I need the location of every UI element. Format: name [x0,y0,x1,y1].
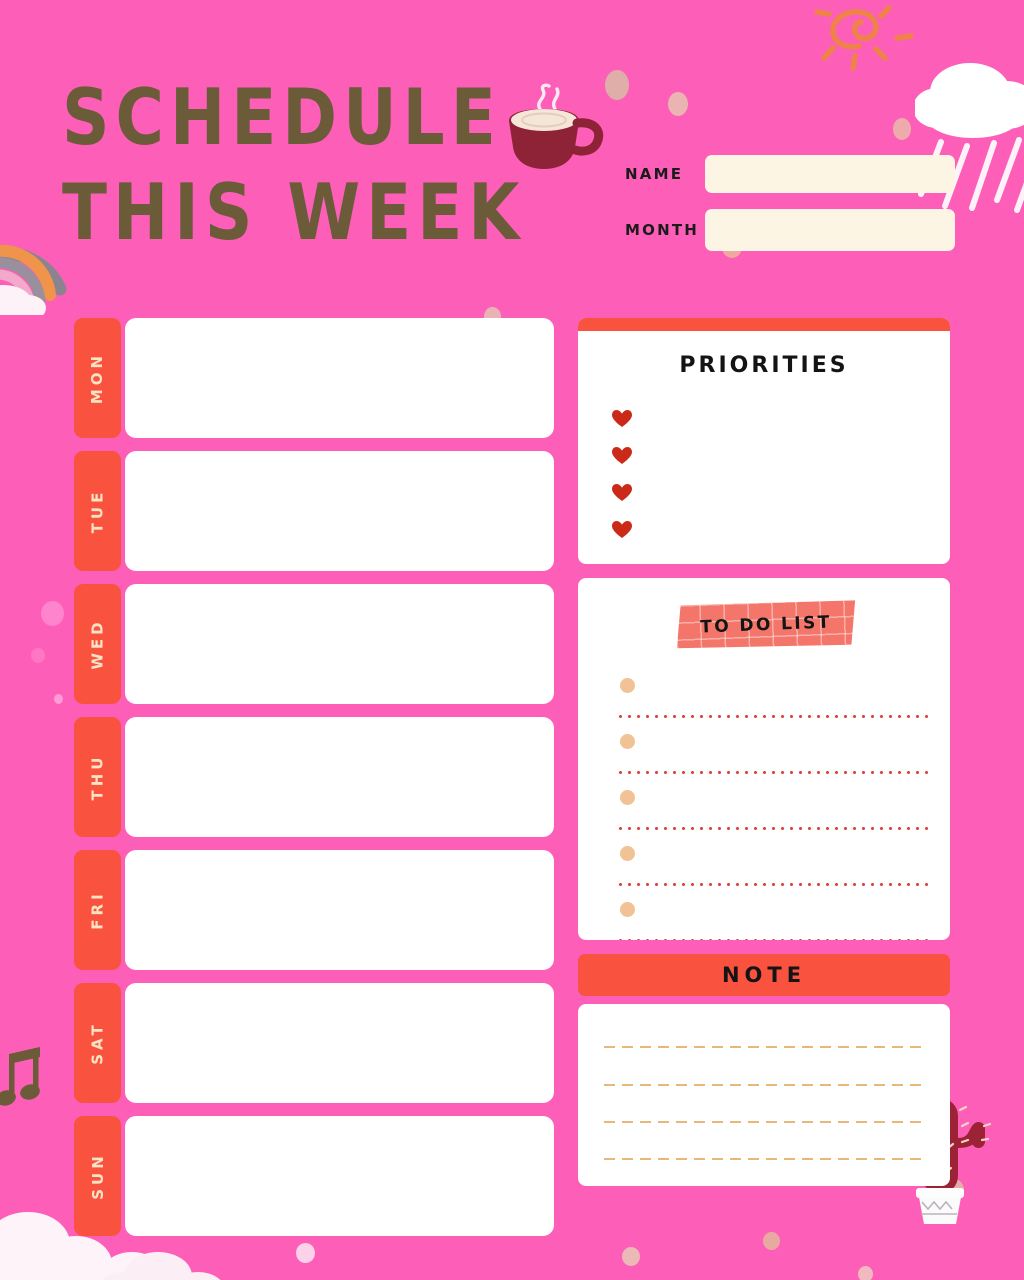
note-title: NOTE [721,963,807,987]
title-line-1: SCHEDULE [62,72,502,163]
day-label-fri: FRI [88,890,107,930]
heart-icon [612,409,632,427]
day-entry-thu[interactable] [125,717,554,837]
priority-item[interactable] [612,474,950,511]
day-entry-fri[interactable] [125,850,554,970]
circle-bullet-icon [620,734,635,749]
todo-item[interactable] [592,782,938,838]
note-card: NOTE [578,954,950,1186]
todo-rule-line [616,715,928,718]
day-row-thu: THU [74,717,554,837]
day-tab-sun[interactable]: SUN [74,1116,121,1236]
day-tab-wed[interactable]: WED [74,584,121,704]
day-row-tue: TUE [74,451,554,571]
priorities-top-bar [578,318,950,331]
todo-rule-line [616,939,928,940]
day-label-sun: SUN [88,1152,107,1200]
month-field-row: MONTH [625,209,955,251]
day-row-sat: SAT [74,983,554,1103]
heart-icon [612,483,632,501]
priorities-title: PRIORITIES [679,353,849,378]
priorities-card: PRIORITIES [578,318,950,564]
month-input[interactable] [705,209,955,251]
heart-icon [612,446,632,464]
day-tab-mon[interactable]: MON [74,318,121,438]
todo-item[interactable] [592,726,938,782]
day-label-sat: SAT [88,1021,107,1065]
title-line-2: THIS WEEK [62,167,526,259]
day-row-wed: WED [74,584,554,704]
day-tab-sat[interactable]: SAT [74,983,121,1103]
day-tab-thu[interactable]: THU [74,717,121,837]
priority-item[interactable] [612,511,950,548]
month-label: MONTH [625,221,700,239]
todo-washi-tape-label: TO DO LIST [675,599,857,652]
circle-bullet-icon [620,678,635,693]
circle-bullet-icon [620,902,635,917]
day-tab-tue[interactable]: TUE [74,451,121,571]
music-notes-icon [0,1047,40,1106]
day-tab-fri[interactable]: FRI [74,850,121,970]
header-fields: NAME MONTH [625,155,955,267]
todo-rule-line [616,771,928,774]
day-label-tue: TUE [88,488,107,534]
circle-bullet-icon [620,790,635,805]
todo-rule-line [616,883,928,886]
day-row-sun: SUN [74,1116,554,1236]
day-label-thu: THU [88,753,107,801]
note-rule-line [604,1084,924,1086]
todo-rule-line [616,827,928,830]
note-rule-line [604,1158,924,1160]
day-row-mon: MON [74,318,554,438]
priority-item[interactable] [612,400,950,437]
sun-doodle-icon [814,5,914,71]
todo-item[interactable] [592,670,938,726]
day-label-wed: WED [88,618,107,670]
todo-card: TO DO LIST [578,578,950,940]
note-header: NOTE [578,954,950,996]
day-entry-wed[interactable] [125,584,554,704]
name-label: NAME [625,165,684,183]
page-title: SCHEDULE THIS WEEK [62,72,622,253]
circle-bullet-icon [620,846,635,861]
day-entry-mon[interactable] [125,318,554,438]
todo-item[interactable] [592,894,938,940]
note-rule-line [604,1121,924,1123]
day-label-mon: MON [88,351,107,405]
note-body[interactable] [578,1004,950,1186]
day-row-fri: FRI [74,850,554,970]
priority-item[interactable] [612,437,950,474]
weekday-schedule-list: MON TUE WED THU FRI SAT SUN [74,318,554,1249]
priorities-list [578,400,950,548]
todo-title: TO DO LIST [699,612,833,638]
name-field-row: NAME [625,155,955,193]
note-rule-line [604,1046,924,1048]
name-input[interactable] [705,155,955,193]
day-entry-sat[interactable] [125,983,554,1103]
todo-list [592,670,938,940]
schedule-planner-page: SCHEDULE THIS WEEK NAME MONTH MON TUE WE… [0,0,1024,1280]
todo-item[interactable] [592,838,938,894]
day-entry-sun[interactable] [125,1116,554,1236]
heart-icon [612,520,632,538]
day-entry-tue[interactable] [125,451,554,571]
right-column: PRIORITIES TO DO LIST NOTE [578,318,950,1186]
